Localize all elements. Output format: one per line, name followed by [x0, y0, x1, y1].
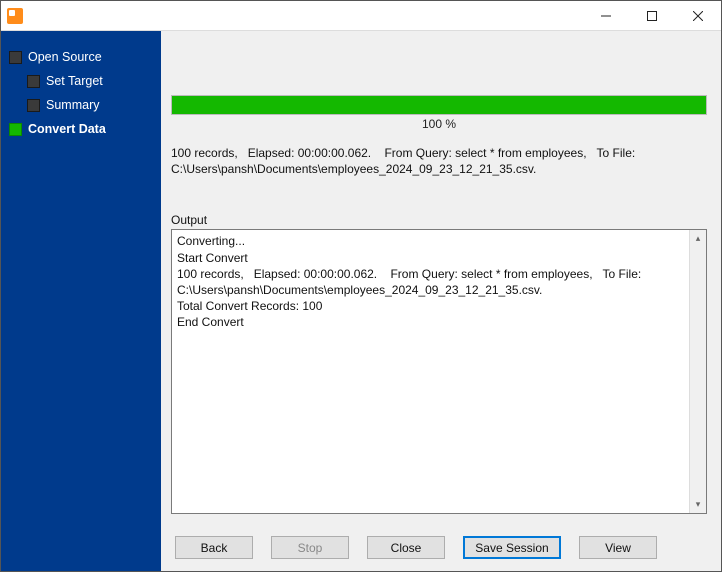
view-button[interactable]: View [579, 536, 657, 559]
output-text[interactable]: Converting...Start Convert100 records, E… [172, 230, 689, 513]
step-status-icon [9, 51, 22, 64]
back-button[interactable]: Back [175, 536, 253, 559]
progressbar [171, 95, 707, 115]
close-button[interactable]: Close [367, 536, 445, 559]
progress-label: 100 % [171, 117, 707, 131]
content: 100 % 100 records, Elapsed: 00:00:00.062… [161, 31, 721, 571]
stop-button[interactable]: Stop [271, 536, 349, 559]
sidebar-item-open-source[interactable]: Open Source [1, 45, 161, 69]
step-status-icon [27, 99, 40, 112]
sidebar-item-label: Set Target [46, 74, 103, 88]
sidebar-item-convert-data[interactable]: Convert Data [1, 117, 161, 141]
close-window-button[interactable] [675, 1, 721, 31]
sidebar-item-label: Summary [46, 98, 99, 112]
titlebar [1, 1, 721, 31]
step-status-icon [9, 123, 22, 136]
buttonbar: Back Stop Close Save Session View [161, 526, 721, 571]
progress-region: 100 % [171, 95, 707, 131]
output-scrollbar[interactable]: ▴ ▾ [689, 230, 706, 513]
step-status-icon [27, 75, 40, 88]
scroll-up-icon[interactable]: ▴ [690, 230, 706, 247]
sidebar: Open Source Set Target Summary Convert D… [1, 31, 161, 571]
output-box: Converting...Start Convert100 records, E… [171, 229, 707, 514]
conversion-summary: 100 records, Elapsed: 00:00:00.062. From… [171, 145, 707, 177]
sidebar-item-label: Open Source [28, 50, 102, 64]
app-icon [7, 8, 23, 24]
main: Open Source Set Target Summary Convert D… [1, 31, 721, 571]
progressbar-fill [172, 96, 706, 114]
sidebar-item-summary[interactable]: Summary [1, 93, 161, 117]
maximize-button[interactable] [629, 1, 675, 31]
save-session-button[interactable]: Save Session [463, 536, 561, 559]
sidebar-item-label: Convert Data [28, 122, 106, 136]
minimize-button[interactable] [583, 1, 629, 31]
output-label: Output [171, 213, 707, 227]
sidebar-item-set-target[interactable]: Set Target [1, 69, 161, 93]
scroll-down-icon[interactable]: ▾ [690, 496, 706, 513]
